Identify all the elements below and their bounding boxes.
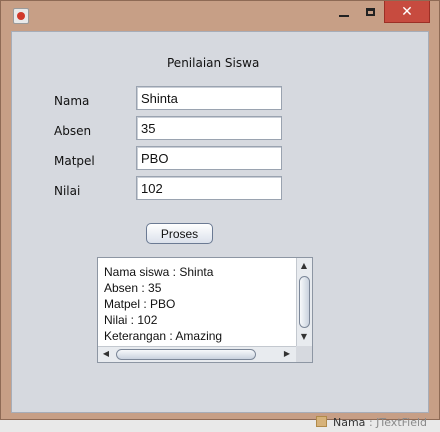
form-heading: Penilaian Siswa [167,56,260,70]
vertical-scrollbar[interactable]: ▲ ▼ [296,258,312,346]
horizontal-scroll-thumb[interactable] [116,349,256,360]
absen-input[interactable] [136,116,282,140]
label-nilai: Nilai [54,184,81,198]
output-line: Matpel : PBO [104,297,176,311]
output-text[interactable]: Nama siswa : Shinta Absen : 35 Matpel : … [104,264,290,344]
background-component-label: Nama : JTextField [316,416,440,432]
close-button[interactable]: ✕ [384,1,430,23]
label-matpel: Matpel [54,154,95,168]
output-line: Absen : 35 [104,281,162,295]
label-nama: Nama [54,94,90,108]
output-line: Keterangan : Amazing [104,329,223,343]
vertical-scroll-thumb[interactable] [299,276,310,328]
scroll-up-icon[interactable]: ▲ [297,261,311,271]
component-icon [316,416,327,427]
scroll-right-icon[interactable]: ▶ [280,349,294,359]
matpel-input[interactable] [136,146,282,170]
title-bar[interactable]: ✕ [1,1,439,31]
nilai-input[interactable] [136,176,282,200]
close-icon: ✕ [401,3,413,20]
nama-input[interactable] [136,86,282,110]
scroll-down-icon[interactable]: ▼ [297,332,311,342]
java-app-icon[interactable] [13,8,29,24]
application-window: ✕ Penilaian Siswa Nama Absen Matpel Nila… [0,0,440,420]
form-panel: Penilaian Siswa Nama Absen Matpel Nilai … [11,31,429,413]
maximize-button[interactable] [357,1,383,23]
output-line: Nama siswa : Shinta [104,265,214,279]
minimize-button[interactable] [331,1,357,23]
scrollbar-corner [296,346,312,362]
label-absen: Absen [54,124,92,138]
component-type: : JTextField [368,416,428,429]
maximize-icon [365,8,375,16]
output-line: Nilai : 102 [104,313,158,327]
horizontal-scrollbar[interactable]: ◀ ▶ [98,346,296,362]
component-name: Nama [333,416,366,429]
minimize-icon [339,15,349,17]
output-text-area[interactable]: Nama siswa : Shinta Absen : 35 Matpel : … [97,257,313,363]
proses-button[interactable]: Proses [146,223,213,244]
scroll-left-icon[interactable]: ◀ [99,349,113,359]
